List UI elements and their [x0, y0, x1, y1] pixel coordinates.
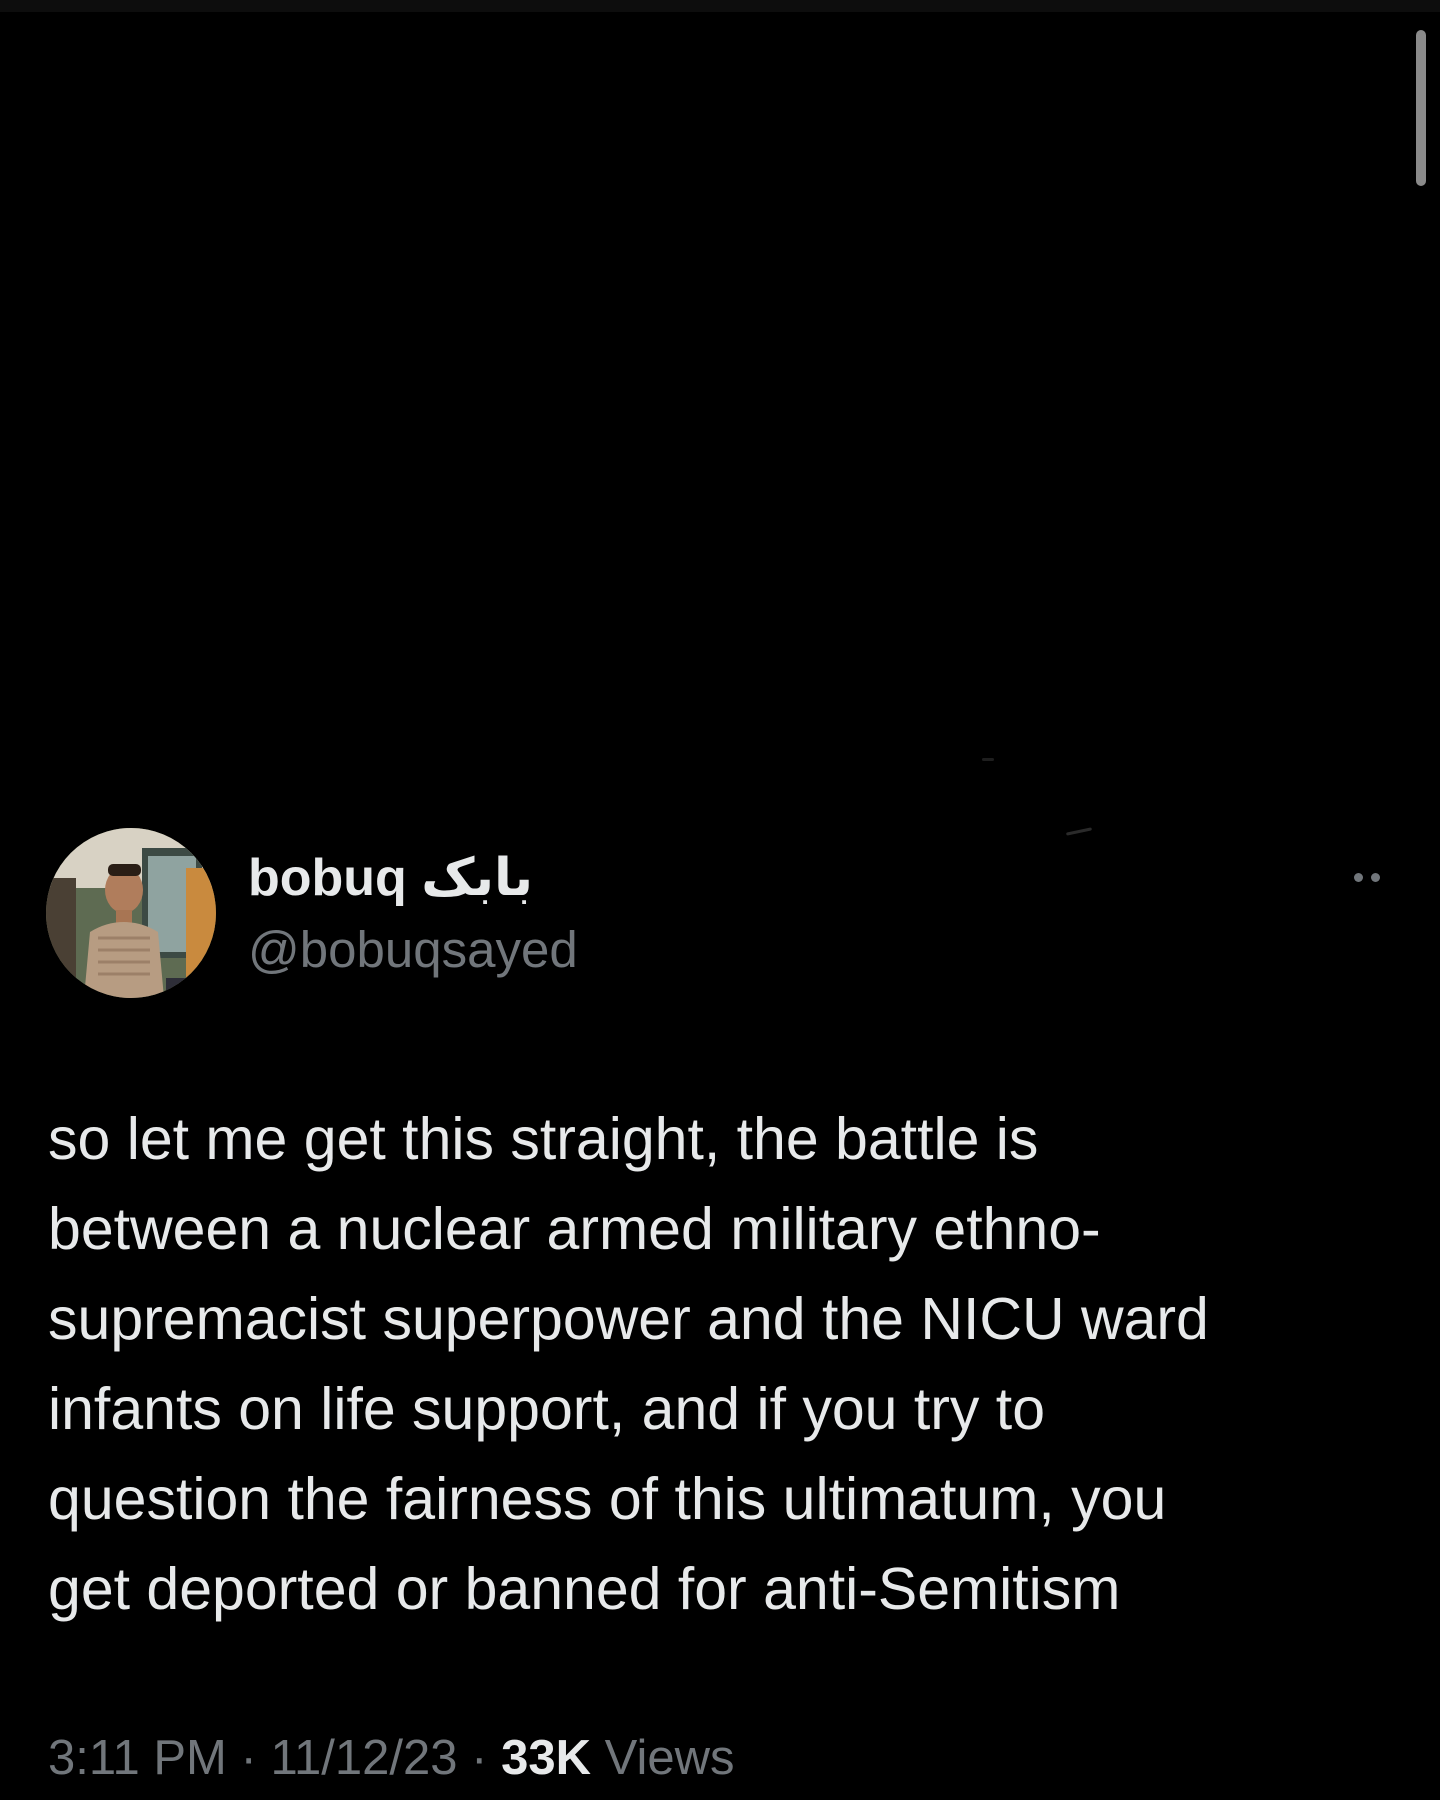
tweet-time[interactable]: 3:11 PM [48, 1731, 227, 1785]
tweet-date[interactable]: 11/12/23 [270, 1731, 457, 1785]
meta-separator: · [471, 1731, 488, 1785]
author-display-name[interactable]: bobuq بابک [248, 848, 533, 908]
views-count[interactable]: 33K [501, 1731, 591, 1785]
more-horizontal-icon [1371, 872, 1380, 882]
avatar[interactable] [46, 828, 216, 998]
tweet-text: so let me get this straight, the battle … [48, 1106, 1209, 1622]
more-horizontal-icon [1354, 872, 1363, 882]
avatar-photo [46, 828, 216, 998]
author-handle[interactable]: @bobuqsayed [248, 920, 578, 980]
tweet: bobuq بابک @bobuqsayed so let me get thi… [0, 0, 1440, 1800]
views-label: Views [604, 1731, 735, 1785]
more-options-button[interactable] [1342, 862, 1392, 892]
tweet-metadata: 3:11 PM · 11/12/23 · 33K Views [48, 1728, 734, 1788]
meta-separator: · [240, 1731, 257, 1785]
